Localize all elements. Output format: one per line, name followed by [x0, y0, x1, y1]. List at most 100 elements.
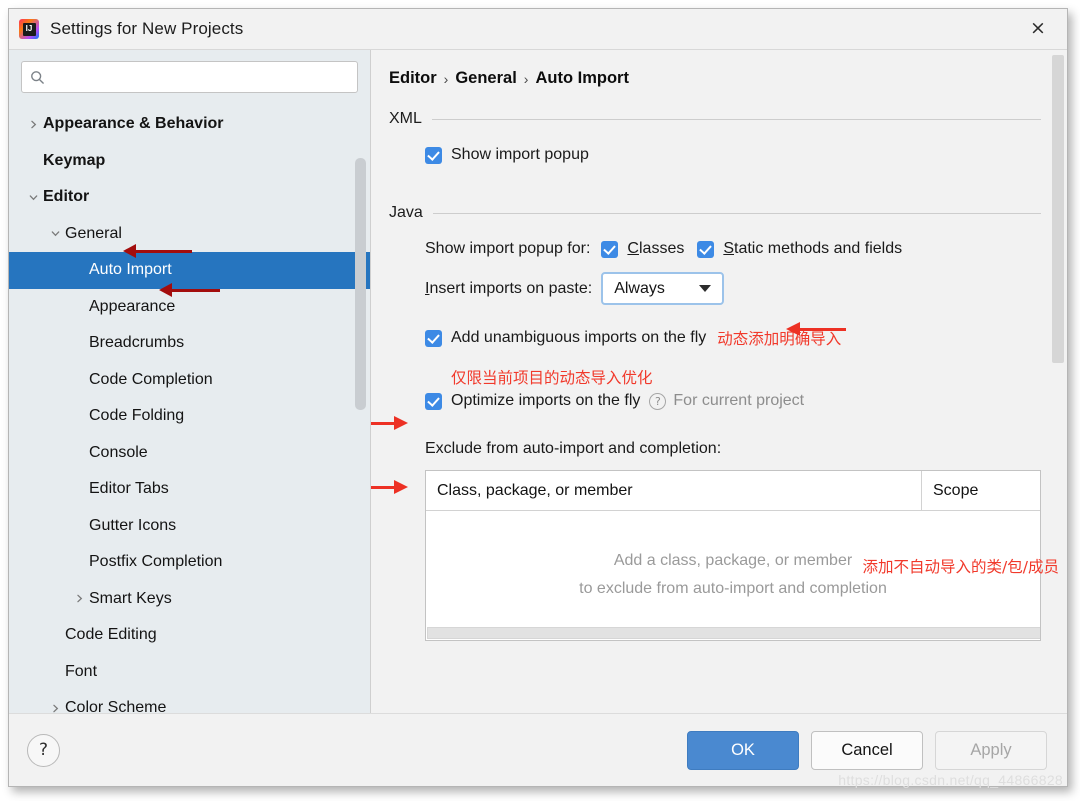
sidebar-item-label: Auto Import — [89, 261, 172, 279]
breadcrumb-item-editor[interactable]: Editor — [389, 69, 437, 88]
section-java-header: Java — [389, 204, 1041, 222]
checkbox-classes[interactable] — [601, 241, 618, 258]
help-button[interactable]: ? — [27, 734, 60, 767]
label-static-methods: Static methods and fields — [723, 240, 902, 258]
dialog-body: Appearance & Behavior Keymap Editor General… — [9, 50, 1067, 713]
mnemonic-static-methods: S — [723, 240, 734, 257]
chevron-down-icon — [699, 285, 711, 292]
content-scrollbar-thumb[interactable] — [1052, 55, 1064, 363]
sidebar-item-label: Appearance — [89, 298, 175, 316]
sidebar-item-label: Smart Keys — [89, 590, 172, 608]
chevron-down-icon[interactable] — [23, 192, 43, 203]
sidebar-item-postfix-completion[interactable]: Postfix Completion — [9, 544, 370, 581]
title-bar: Settings for New Projects × — [9, 9, 1067, 50]
sidebar-item-general[interactable]: General — [9, 216, 370, 253]
label-show-import-popup-for: Show import popup for: — [425, 240, 590, 258]
chevron-right-icon: › — [444, 71, 449, 87]
content-scrollbar[interactable] — [1052, 55, 1064, 708]
chevron-right-icon[interactable] — [69, 593, 89, 604]
checkbox-show-import-popup-xml[interactable] — [425, 147, 442, 164]
column-header-scope[interactable]: Scope — [922, 471, 1040, 510]
sidebar-item-auto-import[interactable]: Auto Import — [9, 252, 370, 289]
search-box[interactable] — [21, 61, 358, 93]
sidebar-item-code-folding[interactable]: Code Folding — [9, 398, 370, 435]
sidebar-item-smart-keys[interactable]: Smart Keys — [9, 581, 370, 618]
label-add-unambiguous-imports: Add unambiguous imports on the fly — [451, 329, 706, 347]
ok-button[interactable]: OK — [687, 731, 799, 770]
sidebar-item-label: Keymap — [43, 152, 105, 170]
sidebar-item-label: Breadcrumbs — [89, 334, 184, 352]
sidebar-item-label: Console — [89, 444, 148, 462]
settings-tree: Appearance & Behavior Keymap Editor General… — [9, 103, 370, 713]
annotation-cn-optimize-row: 仅限当前项目的动态导入优化 — [425, 366, 1041, 388]
exclude-table-hscrollbar[interactable] — [427, 627, 1039, 639]
label-classes: Classes — [627, 240, 684, 258]
search-icon — [30, 70, 45, 85]
row-insert-imports-on-paste: Insert imports on paste: Always — [425, 272, 1041, 305]
sidebar-item-label: Gutter Icons — [89, 517, 176, 535]
empty-state-line2: to exclude from auto-import and completi… — [426, 575, 1040, 603]
section-xml-header: XML — [389, 110, 1041, 128]
section-title-xml: XML — [389, 110, 422, 128]
sidebar-item-label: Appearance & Behavior — [43, 115, 224, 133]
sidebar-item-code-editing[interactable]: Code Editing — [9, 617, 370, 654]
sidebar-item-appearance-behavior[interactable]: Appearance & Behavior — [9, 106, 370, 143]
checkbox-row-add-unambiguous[interactable]: Add unambiguous imports on the fly 动态添加明… — [425, 327, 1041, 349]
footer-buttons: OK Cancel Apply — [687, 731, 1047, 770]
label-optimize-imports: Optimize imports on the fly — [451, 392, 640, 410]
label-classes-rest: lasses — [639, 240, 684, 257]
close-icon[interactable]: × — [1015, 11, 1061, 45]
breadcrumb-item-auto-import: Auto Import — [535, 69, 628, 88]
sidebar-item-console[interactable]: Console — [9, 435, 370, 472]
sidebar-item-gutter-icons[interactable]: Gutter Icons — [9, 508, 370, 545]
search-input[interactable] — [51, 68, 349, 87]
sidebar-scrollbar[interactable] — [355, 98, 366, 709]
sidebar-item-breadcrumbs[interactable]: Breadcrumbs — [9, 325, 370, 362]
section-divider — [433, 213, 1041, 214]
insert-imports-dropdown[interactable]: Always — [601, 272, 724, 305]
settings-sidebar: Appearance & Behavior Keymap Editor General… — [9, 50, 371, 713]
cancel-button[interactable]: Cancel — [811, 731, 923, 770]
sidebar-item-code-completion[interactable]: Code Completion — [9, 362, 370, 399]
column-header-class-package-member[interactable]: Class, package, or member — [426, 471, 922, 510]
dropdown-value: Always — [614, 280, 665, 298]
annotation-cn-exclude-table: 添加不自动导入的类/包/成员 — [863, 555, 1059, 577]
checkbox-optimize-imports[interactable] — [425, 393, 442, 410]
chevron-right-icon[interactable] — [23, 119, 43, 130]
sidebar-item-editor-tabs[interactable]: Editor Tabs — [9, 471, 370, 508]
watermark: https://blog.csdn.net/qq_44866828 — [838, 772, 1063, 788]
sidebar-item-color-scheme[interactable]: Color Scheme — [9, 690, 370, 713]
sidebar-scrollbar-thumb[interactable] — [355, 158, 366, 410]
sidebar-item-keymap[interactable]: Keymap — [9, 143, 370, 180]
apply-button: Apply — [935, 731, 1047, 770]
row-show-import-popup-for: Show import popup for: Classes Static me… — [425, 240, 1041, 258]
settings-dialog: Settings for New Projects × Appearance &… — [8, 8, 1068, 787]
question-mark-icon[interactable]: ? — [649, 393, 666, 410]
label-static-methods-rest: tatic methods and fields — [734, 240, 902, 257]
checkbox-row-optimize-imports[interactable]: Optimize imports on the fly ? For curren… — [425, 392, 1041, 410]
sidebar-item-label: Editor — [43, 188, 89, 206]
intellij-idea-icon — [19, 19, 39, 39]
sidebar-item-label: Editor Tabs — [89, 480, 169, 498]
exclude-table-header: Class, package, or member Scope — [426, 471, 1040, 511]
mnemonic-classes: C — [627, 240, 639, 257]
dialog-title: Settings for New Projects — [50, 19, 243, 39]
dialog-footer: ? OK Cancel Apply https://blog.csdn.net/… — [9, 713, 1067, 786]
breadcrumb-item-general[interactable]: General — [455, 69, 516, 88]
checkbox-row-show-import-popup-xml[interactable]: Show import popup — [425, 146, 1041, 164]
chevron-down-icon[interactable] — [45, 228, 65, 239]
sidebar-item-label: Color Scheme — [65, 699, 166, 713]
chevron-right-icon[interactable] — [45, 703, 65, 713]
label-show-import-popup-xml: Show import popup — [451, 146, 589, 164]
chevron-right-icon: › — [524, 71, 529, 87]
sidebar-item-font[interactable]: Font — [9, 654, 370, 691]
checkbox-static-methods[interactable] — [697, 241, 714, 258]
label-for-current-project: For current project — [673, 392, 804, 410]
sidebar-item-label: Postfix Completion — [89, 553, 222, 571]
exclude-table-label: Exclude from auto-import and completion: — [425, 440, 1041, 458]
sidebar-item-editor[interactable]: Editor — [9, 179, 370, 216]
sidebar-item-label: Code Folding — [89, 407, 184, 425]
checkbox-add-unambiguous-imports[interactable] — [425, 330, 442, 347]
exclude-table-hscrollbar-thumb[interactable] — [427, 627, 1041, 639]
sidebar-item-appearance[interactable]: Appearance — [9, 289, 370, 326]
